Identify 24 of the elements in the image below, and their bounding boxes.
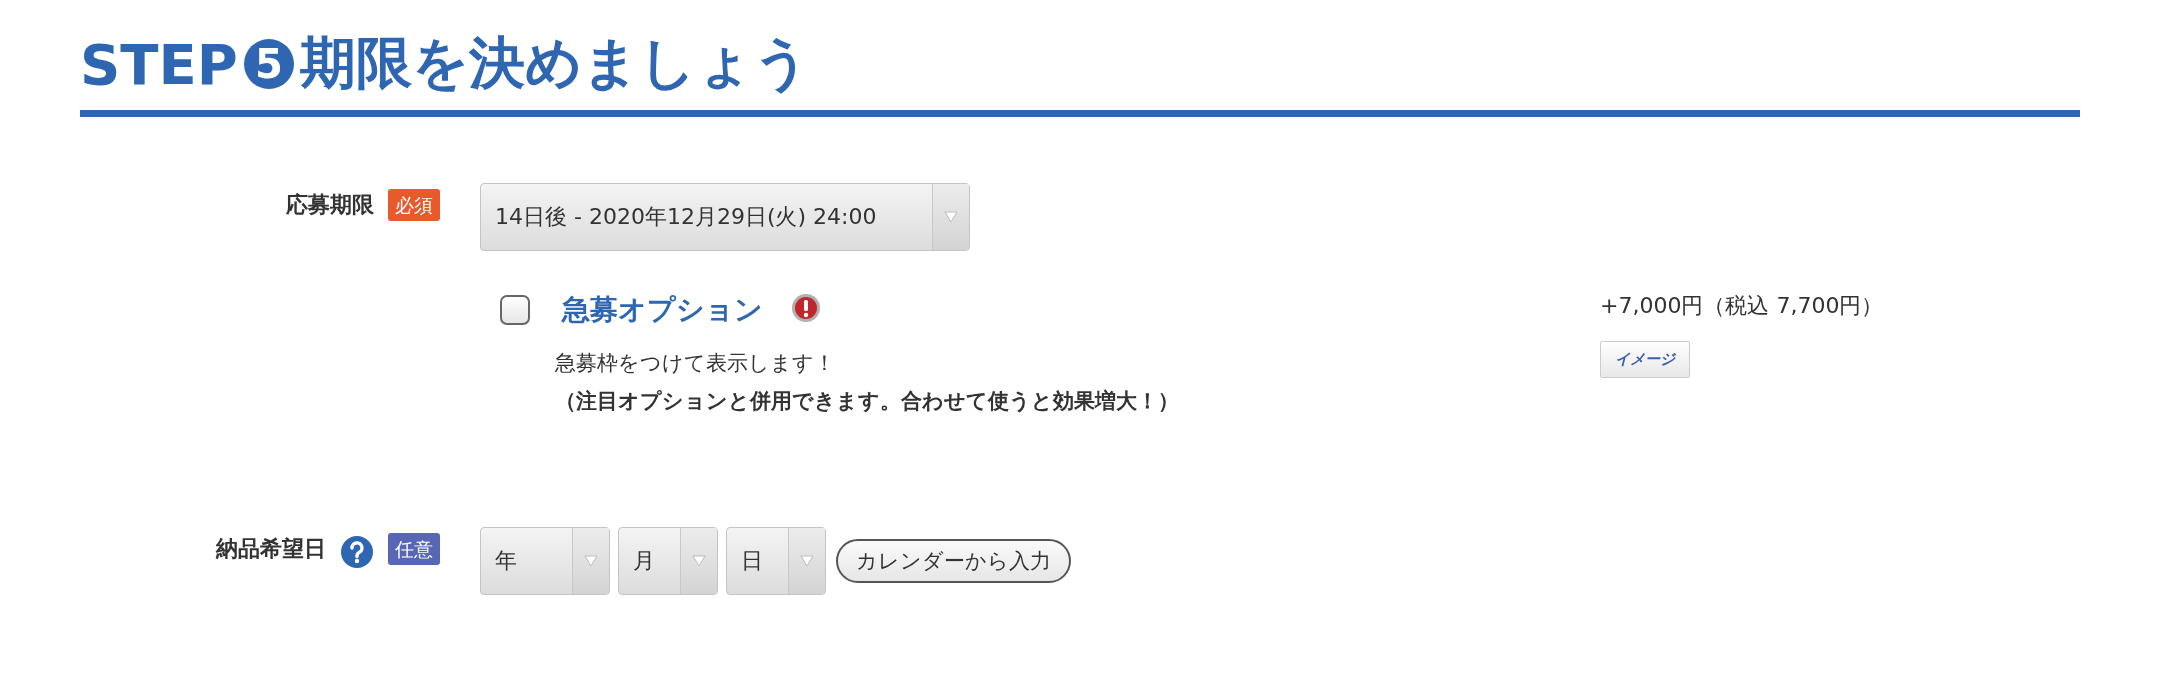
- dropdown[interactable]: 日: [726, 527, 826, 595]
- image-button[interactable]: イメージ: [1600, 341, 1690, 378]
- alert-icon: [791, 293, 821, 323]
- caret-icon: [800, 555, 814, 567]
- step-number-badge: 5: [243, 39, 294, 89]
- caret-icon: [692, 555, 706, 567]
- option-description: 急募枠をつけて表示します！: [555, 350, 836, 377]
- field-label: 応募期限: [286, 191, 374, 219]
- checkbox[interactable]: [500, 295, 530, 325]
- caret-icon: [944, 211, 958, 223]
- dropdown[interactable]: 14日後 - 2020年12月29日(火) 24:00: [480, 183, 970, 251]
- option-price: +7,000円（税込 7,700円）: [1600, 292, 1884, 320]
- option-title: 急募オプション: [562, 292, 763, 328]
- caret-icon: [584, 555, 598, 567]
- field-label: 納品希望日: [216, 535, 326, 563]
- calendar-button[interactable]: カレンダーから入力: [836, 539, 1071, 583]
- step-label: STEP: [80, 31, 238, 97]
- dropdown[interactable]: 月: [618, 527, 718, 595]
- section-title: 期限を決めましょう: [299, 29, 810, 97]
- help-icon[interactable]: [340, 535, 374, 569]
- optional-badge: 任意: [388, 533, 440, 565]
- dropdown[interactable]: 年: [480, 527, 610, 595]
- option-note: （注目オプションと併用できます。合わせて使うと効果増大！）: [555, 388, 1180, 415]
- required-badge: 必須: [388, 189, 440, 221]
